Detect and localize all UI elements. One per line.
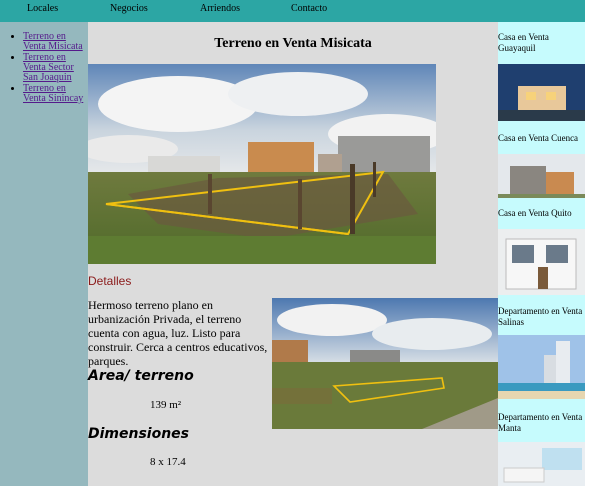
land-photo-secondary <box>272 298 498 429</box>
property-description: Hermoso terreno plano en urbanización Pr… <box>88 298 268 368</box>
nav-link-contacto[interactable]: Contacto <box>291 3 327 14</box>
related-card-title: Departamento en Venta Manta <box>498 412 583 433</box>
related-listings: Casa en Venta Guayaquil Casa en Venta Cu… <box>498 22 585 486</box>
main-content: Terreno en Venta Misicata Detalles Hermo… <box>88 22 498 486</box>
dimensions-value: 8 x 17.4 <box>150 456 186 468</box>
house-photo[interactable] <box>498 154 585 198</box>
nav-link-arriendos[interactable]: Arriendos <box>200 3 240 14</box>
details-heading: Detalles <box>88 274 132 288</box>
area-value: 139 m² <box>150 399 182 411</box>
building-photo[interactable] <box>498 335 585 399</box>
related-card[interactable]: Casa en Venta Cuenca <box>498 133 585 198</box>
related-card[interactable]: Departamento en Venta Salinas <box>498 306 585 399</box>
land-photo-main <box>88 64 436 264</box>
interior-photo[interactable] <box>498 442 585 486</box>
sidebar-item: Terreno en Venta Sector San Joaquin <box>23 53 88 83</box>
sidebar-link-san-joaquin[interactable]: Terreno en Venta Sector San Joaquin <box>23 52 74 83</box>
related-card[interactable]: Departamento en Venta Manta <box>498 412 585 486</box>
related-card[interactable]: Casa en Venta Quito <box>498 208 585 295</box>
left-sidebar: Terreno en Venta Misicata Terreno en Ven… <box>0 22 88 486</box>
related-card-title: Casa en Venta Guayaquil <box>498 32 549 53</box>
nav-link-negocios[interactable]: Negocios <box>110 3 148 14</box>
sidebar-item: Terreno en Venta Misicata <box>23 32 88 52</box>
house-photo[interactable] <box>498 229 585 295</box>
dimensions-heading: Dimensiones <box>88 426 190 442</box>
related-card-title: Casa en Venta Quito <box>498 208 572 218</box>
nav-link-locales[interactable]: Locales <box>27 3 58 14</box>
area-heading: Area/ terreno <box>88 368 194 384</box>
related-card-title: Casa en Venta Cuenca <box>498 133 579 143</box>
related-card-title: Departamento en Venta Salinas <box>498 306 583 327</box>
page-title: Terreno en Venta Misicata <box>214 36 372 51</box>
sidebar-item: Terreno en Venta Sinincay <box>23 84 88 104</box>
sidebar-link-list: Terreno en Venta Misicata Terreno en Ven… <box>0 32 88 104</box>
sidebar-link-sinincay[interactable]: Terreno en Venta Sinincay <box>23 83 83 104</box>
house-photo[interactable] <box>498 64 585 121</box>
related-card[interactable]: Casa en Venta Guayaquil <box>498 32 585 121</box>
top-nav: Locales Negocios Arriendos Contacto <box>0 0 585 22</box>
sidebar-link-misicata[interactable]: Terreno en Venta Misicata <box>23 31 83 52</box>
